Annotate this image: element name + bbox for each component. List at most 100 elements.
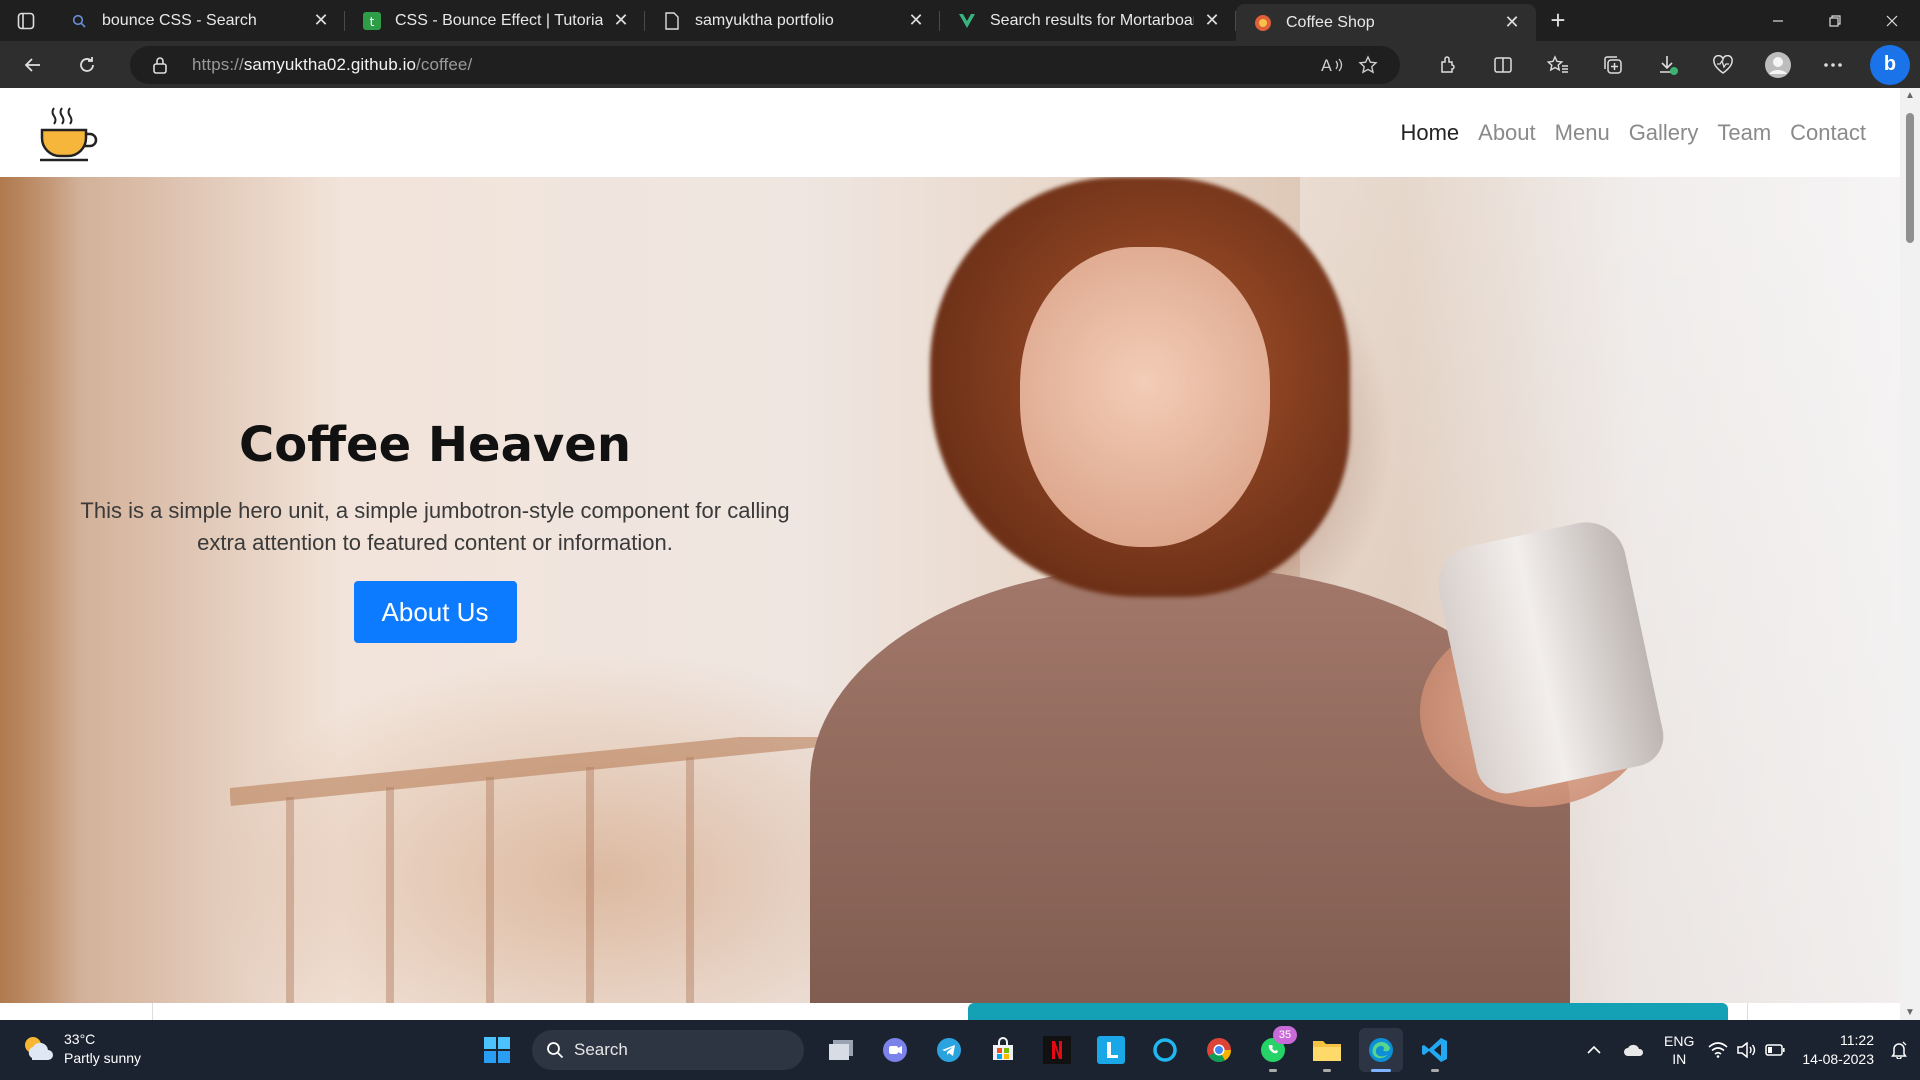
netflix-app[interactable] (1035, 1028, 1079, 1072)
page-icon (663, 11, 681, 30)
teams-chat-app[interactable] (873, 1028, 917, 1072)
favorites-icon[interactable] (1530, 45, 1585, 85)
minimize-button[interactable] (1749, 0, 1806, 41)
task-view-button[interactable] (819, 1028, 863, 1072)
tab-title: Coffee Shop (1286, 13, 1375, 31)
coffee-icon (1254, 14, 1272, 32)
tab-portfolio[interactable]: samyuktha portfolio ✕ (645, 0, 940, 41)
plus-icon: + (1550, 5, 1566, 35)
favorite-star-icon[interactable] (1350, 54, 1386, 75)
close-tab-icon[interactable]: ✕ (611, 10, 631, 31)
toolbar-icons: b (1420, 44, 1910, 85)
read-aloud-icon[interactable]: A (1314, 56, 1350, 74)
language-code: ENG (1664, 1033, 1695, 1049)
task-view-icon (829, 1040, 853, 1060)
browser-toolbar: https://samyuktha02.github.io/coffee/ A … (0, 41, 1920, 88)
netflix-icon (1043, 1036, 1071, 1064)
refresh-icon (80, 56, 94, 72)
edge-app[interactable] (1359, 1028, 1403, 1072)
chrome-icon (1207, 1038, 1231, 1063)
close-tab-icon[interactable]: ✕ (1202, 10, 1222, 31)
divider (1747, 1003, 1748, 1020)
profile-avatar-icon[interactable] (1750, 45, 1805, 85)
coffee-cup-logo-icon[interactable] (36, 104, 100, 164)
battery-icon[interactable] (1760, 1044, 1790, 1056)
page-scrollbar[interactable]: ▲ ▼ (1900, 88, 1920, 1020)
site-navbar: Home About Menu Gallery Team Contact (0, 88, 1900, 177)
tab-mortarboard[interactable]: Search results for Mortarboard - ✕ (940, 0, 1236, 41)
weather-temp: 33°C (64, 1031, 96, 1047)
l-app[interactable] (1089, 1028, 1133, 1072)
more-options-icon[interactable] (1805, 45, 1860, 85)
chrome-app[interactable] (1197, 1028, 1241, 1072)
store-icon (993, 1037, 1013, 1060)
cortana-icon (1153, 1038, 1177, 1062)
chevron-up-icon[interactable] (1574, 1045, 1614, 1055)
volume-icon[interactable] (1732, 1042, 1760, 1058)
clock[interactable]: 11:22 14-08-2023 (1802, 1031, 1874, 1069)
browser-essentials-icon[interactable] (1695, 45, 1750, 85)
scrollbar-thumb[interactable] (1906, 113, 1914, 243)
nav-links: Home About Menu Gallery Team Contact (1381, 88, 1866, 177)
nav-link-about[interactable]: About (1478, 120, 1536, 146)
close-window-button[interactable] (1863, 0, 1920, 41)
teal-section-block (968, 1003, 1728, 1020)
hero-title: Coffee Heaven (238, 417, 632, 473)
tab-title: Search results for Mortarboard - (990, 11, 1194, 29)
wifi-icon[interactable] (1704, 1042, 1732, 1058)
start-button[interactable] (475, 1028, 519, 1072)
url-host: samyuktha02.github.io (243, 54, 417, 74)
close-tab-icon[interactable]: ✕ (1502, 12, 1522, 33)
nav-link-gallery[interactable]: Gallery (1629, 120, 1699, 146)
url-text[interactable]: https://samyuktha02.github.io/coffee/ (192, 55, 1314, 75)
vecteezy-icon (958, 12, 976, 30)
bing-chat-icon[interactable]: b (1870, 44, 1910, 85)
collections-icon[interactable] (1585, 45, 1640, 85)
scroll-up-icon[interactable]: ▲ (1904, 90, 1916, 101)
minimize-icon (1772, 19, 1783, 22)
windows-logo-icon (484, 1037, 510, 1063)
nav-link-menu[interactable]: Menu (1555, 120, 1610, 146)
onedrive-cloud-icon[interactable] (1614, 1043, 1654, 1057)
nav-link-contact[interactable]: Contact (1790, 120, 1866, 146)
vscode-icon (1422, 1038, 1447, 1062)
vscode-app[interactable] (1413, 1028, 1457, 1072)
clock-time: 11:22 (1840, 1032, 1874, 1048)
close-tab-icon[interactable]: ✕ (311, 10, 331, 31)
downloads-icon[interactable] (1640, 45, 1695, 85)
whatsapp-app[interactable]: 35 (1251, 1026, 1297, 1072)
notifications-bell-icon[interactable] (1886, 1041, 1912, 1059)
tab-actions-button[interactable] (0, 0, 52, 41)
language-indicator[interactable]: ENG IN (1664, 1032, 1694, 1068)
svg-text:A: A (1321, 56, 1332, 74)
refresh-button[interactable] (64, 45, 110, 85)
split-screen-icon[interactable] (1475, 45, 1530, 85)
hero-description: This is a simple hero unit, a simple jum… (80, 498, 790, 555)
microsoft-store-app[interactable] (981, 1028, 1025, 1072)
cortana-app[interactable] (1143, 1028, 1187, 1072)
new-tab-button[interactable]: + (1536, 0, 1580, 41)
extensions-icon[interactable] (1420, 45, 1475, 85)
scroll-down-icon[interactable]: ▼ (1904, 1007, 1916, 1018)
close-tab-icon[interactable]: ✕ (906, 10, 926, 31)
weather-widget[interactable]: 33°C Partly sunny (20, 1030, 141, 1068)
file-explorer-app[interactable] (1305, 1028, 1349, 1072)
address-bar[interactable]: https://samyuktha02.github.io/coffee/ A (130, 45, 1400, 84)
taskbar-search[interactable]: Search (532, 1030, 804, 1070)
back-button[interactable] (10, 45, 56, 85)
nav-link-home[interactable]: Home (1400, 120, 1459, 146)
telegram-icon (937, 1038, 961, 1062)
browser-tab-strip: bounce CSS - Search ✕ t CSS - Bounce Eff… (0, 0, 1920, 41)
restore-button[interactable] (1806, 0, 1863, 41)
clock-date: 14-08-2023 (1802, 1051, 1874, 1067)
system-tray: ENG IN 11:22 14-08-2023 (1574, 1020, 1920, 1080)
tab-coffee-shop[interactable]: Coffee Shop ✕ (1236, 4, 1536, 41)
folder-icon (1313, 1041, 1341, 1061)
nav-link-team[interactable]: Team (1717, 120, 1771, 146)
windows-taskbar: 33°C Partly sunny Search 35 ENG IN 11:22… (0, 1020, 1920, 1080)
tab-bounce-search[interactable]: bounce CSS - Search ✕ (52, 0, 345, 41)
teams-chat-icon (883, 1038, 907, 1062)
tab-tutorialspoint[interactable]: t CSS - Bounce Effect | Tutorialspoint ✕ (345, 0, 645, 41)
telegram-app[interactable] (927, 1028, 971, 1072)
about-us-button[interactable]: About Us (353, 581, 517, 643)
